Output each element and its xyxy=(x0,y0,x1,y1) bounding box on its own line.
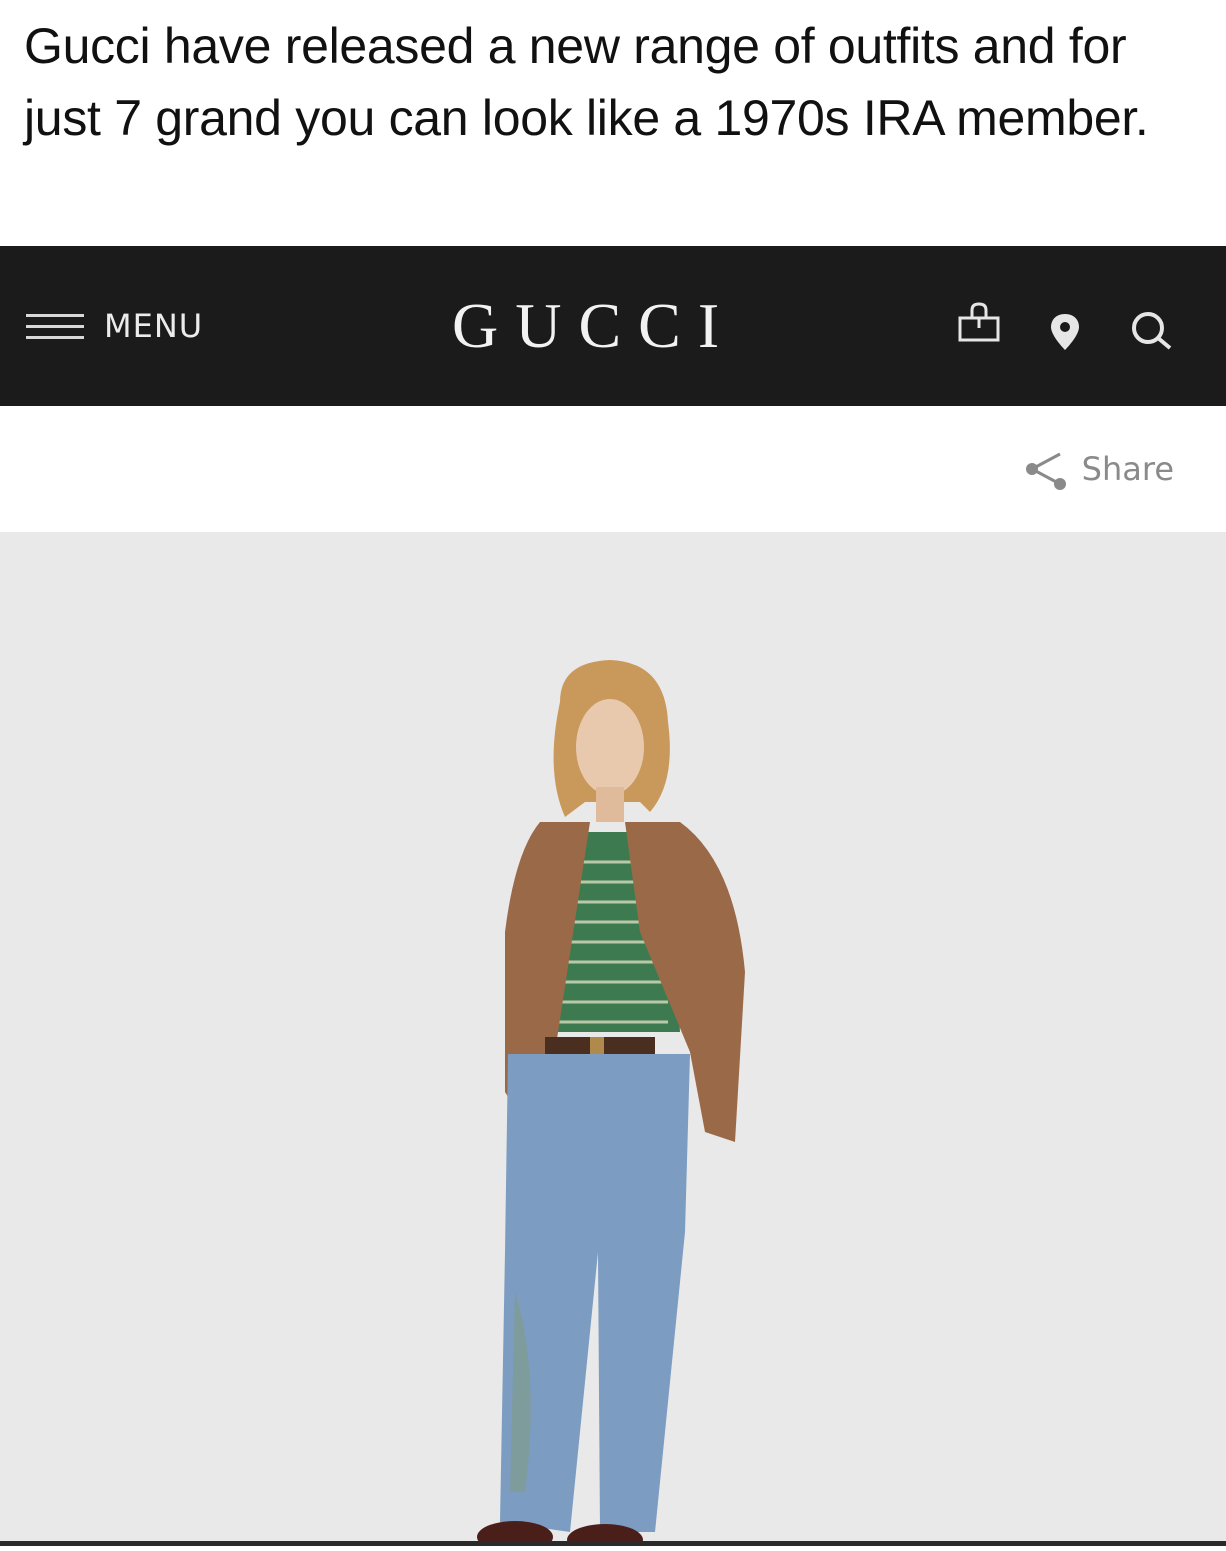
share-button[interactable]: Share xyxy=(1022,446,1174,492)
hamburger-icon xyxy=(26,308,84,344)
share-label: Share xyxy=(1081,450,1174,488)
site-header: MENU GUCCI xyxy=(0,246,1226,406)
shopping-bag-icon[interactable] xyxy=(956,298,1002,351)
bottom-divider xyxy=(0,1541,1226,1546)
share-icon xyxy=(1025,452,1066,490)
product-image[interactable] xyxy=(0,532,1226,1551)
post-caption: Gucci have released a new range of outfi… xyxy=(24,18,1149,146)
menu-label: MENU xyxy=(104,307,204,345)
model-illustration xyxy=(477,660,745,1551)
search-icon[interactable] xyxy=(1128,308,1176,357)
menu-button[interactable]: MENU xyxy=(26,304,203,348)
brand-logo[interactable]: GUCCI xyxy=(452,286,772,366)
location-pin-icon[interactable] xyxy=(1048,312,1082,357)
